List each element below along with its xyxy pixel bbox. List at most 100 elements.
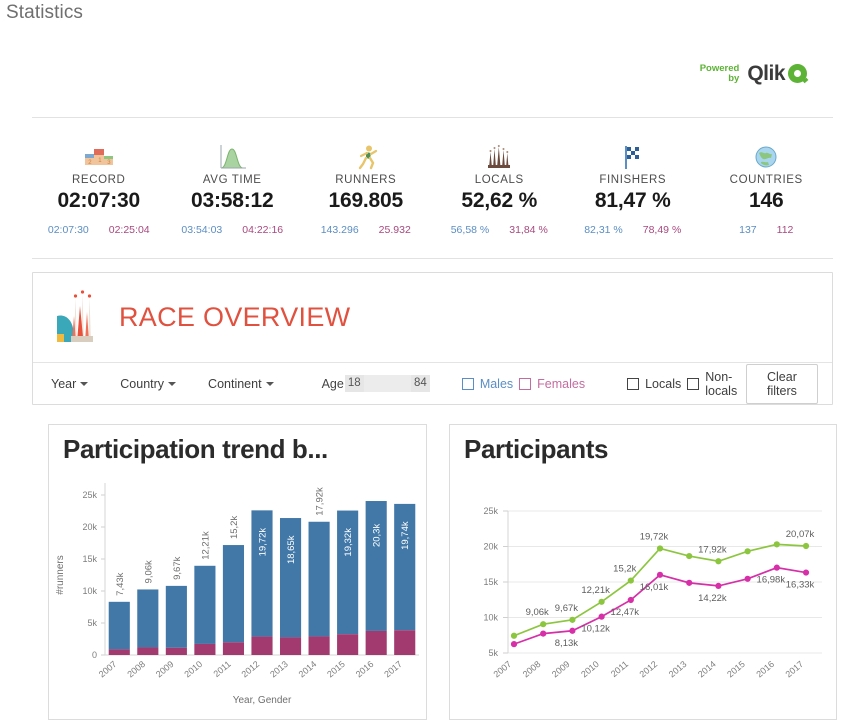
line-data-point — [802, 569, 810, 576]
svg-text:20k: 20k — [82, 522, 97, 532]
females-checkbox[interactable] — [519, 377, 532, 390]
svg-text:15k: 15k — [82, 554, 97, 564]
line-y-tick: 15k — [483, 577, 498, 587]
participation-trend-chart-card: Participation trend b... 0 5k 10k 15k 20k 25k… — [48, 424, 427, 720]
bar-segment-female — [222, 642, 245, 655]
bar-segment-female — [251, 636, 273, 655]
line-y-tick: 25k — [483, 506, 498, 516]
bar-segment-male — [222, 545, 245, 643]
kpi-runners: RUNNERS 169.805 143.296 25.932 — [299, 128, 433, 252]
bar-data-label: 18,65k — [286, 535, 297, 564]
sagrada-familia-icon — [55, 286, 105, 349]
filter-year[interactable]: Year — [51, 377, 89, 391]
svg-text:#runners: #runners — [55, 555, 66, 594]
line-data-point — [510, 632, 518, 639]
line-x-tick: 2013 — [667, 659, 689, 680]
line-data-point — [715, 582, 722, 590]
svg-text:10k: 10k — [82, 586, 97, 596]
bar-segment-male — [308, 521, 330, 637]
females-label: Females — [537, 376, 586, 391]
powered-by-text: Powered by — [700, 63, 740, 84]
bar-data-label: 9,67k — [172, 556, 183, 579]
locals-checkbox[interactable] — [627, 377, 640, 390]
clear-filters-button[interactable]: Clear filters — [745, 363, 818, 404]
age-range-slider[interactable]: 18 84 — [344, 375, 430, 392]
bar-data-label: 9,06k — [143, 560, 154, 583]
line-data-point — [744, 575, 751, 582]
line-x-tick: 2016 — [754, 659, 776, 680]
bar-segment-female — [279, 637, 302, 655]
chart-title: Participants — [464, 434, 609, 464]
bar-data-label: 15,2k — [229, 516, 240, 539]
bar-data-label: 19,32k — [343, 528, 354, 557]
kpi-locals: LOCALS 52,62 % 56,58 % 31,84 % — [433, 128, 567, 252]
kpi-male-value: 03:54:03 — [181, 224, 223, 236]
line-data-point — [540, 630, 547, 637]
locals-label: Locals — [645, 376, 682, 391]
filter-locals[interactable]: Locals — [627, 377, 681, 391]
age-filter[interactable]: Age 18 84 — [322, 375, 430, 392]
filter-continent[interactable]: Continent — [208, 377, 274, 391]
line-data-point — [627, 596, 634, 604]
svg-text:0: 0 — [92, 650, 97, 660]
bar-segment-female — [308, 636, 330, 655]
nonlocals-label: Non-locals — [705, 369, 738, 398]
line-data-point — [773, 564, 780, 571]
kpi-sub: 03:54:03 04:22:16 — [166, 224, 300, 236]
bar-data-label: 19,72k — [258, 528, 269, 557]
kpi-label: COUNTRIES — [729, 174, 803, 186]
bar-chart-plot[interactable]: 0 5k 10k 15k 20k 25k #runners 7,43k 2007 9,06k 200… — [49, 465, 426, 718]
participants-chart-card: Participants 5k 10k 15k 20k 25k 9,06k 9,67k 12,… — [449, 424, 837, 720]
podium-icon: 1 2 3 — [32, 136, 166, 170]
age-min-handle[interactable]: 18 — [344, 375, 364, 392]
nonlocals-checkbox[interactable] — [687, 377, 700, 390]
svg-text:25k: 25k — [82, 490, 97, 500]
kpi-female-value: 02:25:04 — [108, 224, 150, 236]
kpi-avg-time: AVG TIME 03:58:12 03:54:03 04:22:16 — [166, 128, 300, 252]
bar-x-tick: 2011 — [211, 659, 232, 679]
line-data-label: 19,72k — [640, 531, 669, 542]
line-chart-plot[interactable]: 5k 10k 15k 20k 25k 9,06k 9,67k 12,21k 15,2k 19,72… — [450, 465, 836, 718]
line-data-point — [569, 627, 576, 634]
line-x-tick: 2014 — [696, 659, 718, 680]
race-overview-title: RACE OVERVIEW — [119, 302, 351, 332]
kpi-female-value: 31,84 % — [509, 224, 548, 236]
line-x-tick: 2008 — [521, 659, 543, 680]
filter-males[interactable]: Males — [461, 377, 513, 391]
kpi-male-value: 56,58 % — [450, 224, 490, 236]
filter-females[interactable]: Females — [519, 377, 585, 391]
chevron-down-icon — [80, 382, 89, 387]
line-data-label: 12,47k — [611, 607, 640, 618]
filter-country-label: Country — [120, 376, 165, 391]
kpi-value: 03:58:12 — [191, 189, 274, 212]
bar-data-label: 17,92k — [315, 487, 326, 516]
chevron-down-icon — [168, 382, 177, 387]
sagrada-icon — [433, 136, 567, 170]
line-data-label: 16,98k — [757, 575, 786, 586]
bar-segment-male — [194, 565, 216, 644]
qlik-q-icon — [788, 64, 807, 83]
line-y-tick: 10k — [483, 613, 498, 623]
kpi-label: LOCALS — [474, 174, 524, 186]
bar-data-label: 12,21k — [200, 531, 211, 560]
age-max-handle[interactable]: 84 — [411, 375, 430, 392]
bar-x-axis-title: Year, Gender — [233, 695, 292, 706]
filter-country[interactable]: Country — [120, 376, 177, 391]
line-data-point — [598, 598, 605, 605]
kpi-row: 1 2 3 RECORD 02:07:30 02:07:30 02:25:04 … — [32, 128, 833, 252]
line-data-label: 20,07k — [786, 529, 815, 540]
line-data-label: 15,2k — [613, 564, 636, 575]
line-chart-svg[interactable]: 5k 10k 15k 20k 25k 9,06k 9,67k12,21k15,2k 19,72… — [450, 465, 836, 713]
bar-x-tick: 2012 — [240, 659, 262, 680]
line-data-label: 17,92k — [698, 544, 727, 555]
bar-chart-svg[interactable]: 0 5k 10k 15k 20k 25k #runners 7,43k 2007 9,06k 200… — [49, 465, 426, 713]
bar-x-tick: 2014 — [297, 659, 319, 680]
males-checkbox[interactable] — [461, 377, 474, 390]
race-overview-panel: RACE OVERVIEW Year Country Continent Age… — [32, 272, 833, 405]
kpi-male-value: 137 — [739, 224, 757, 236]
filter-nonlocals[interactable]: Non-locals — [687, 370, 746, 398]
kpi-sub: 02:07:30 02:25:04 — [32, 224, 166, 236]
kpi-value: 52,62 % — [461, 189, 538, 212]
line-data-point — [510, 641, 518, 648]
bar-segment-female — [165, 647, 187, 655]
